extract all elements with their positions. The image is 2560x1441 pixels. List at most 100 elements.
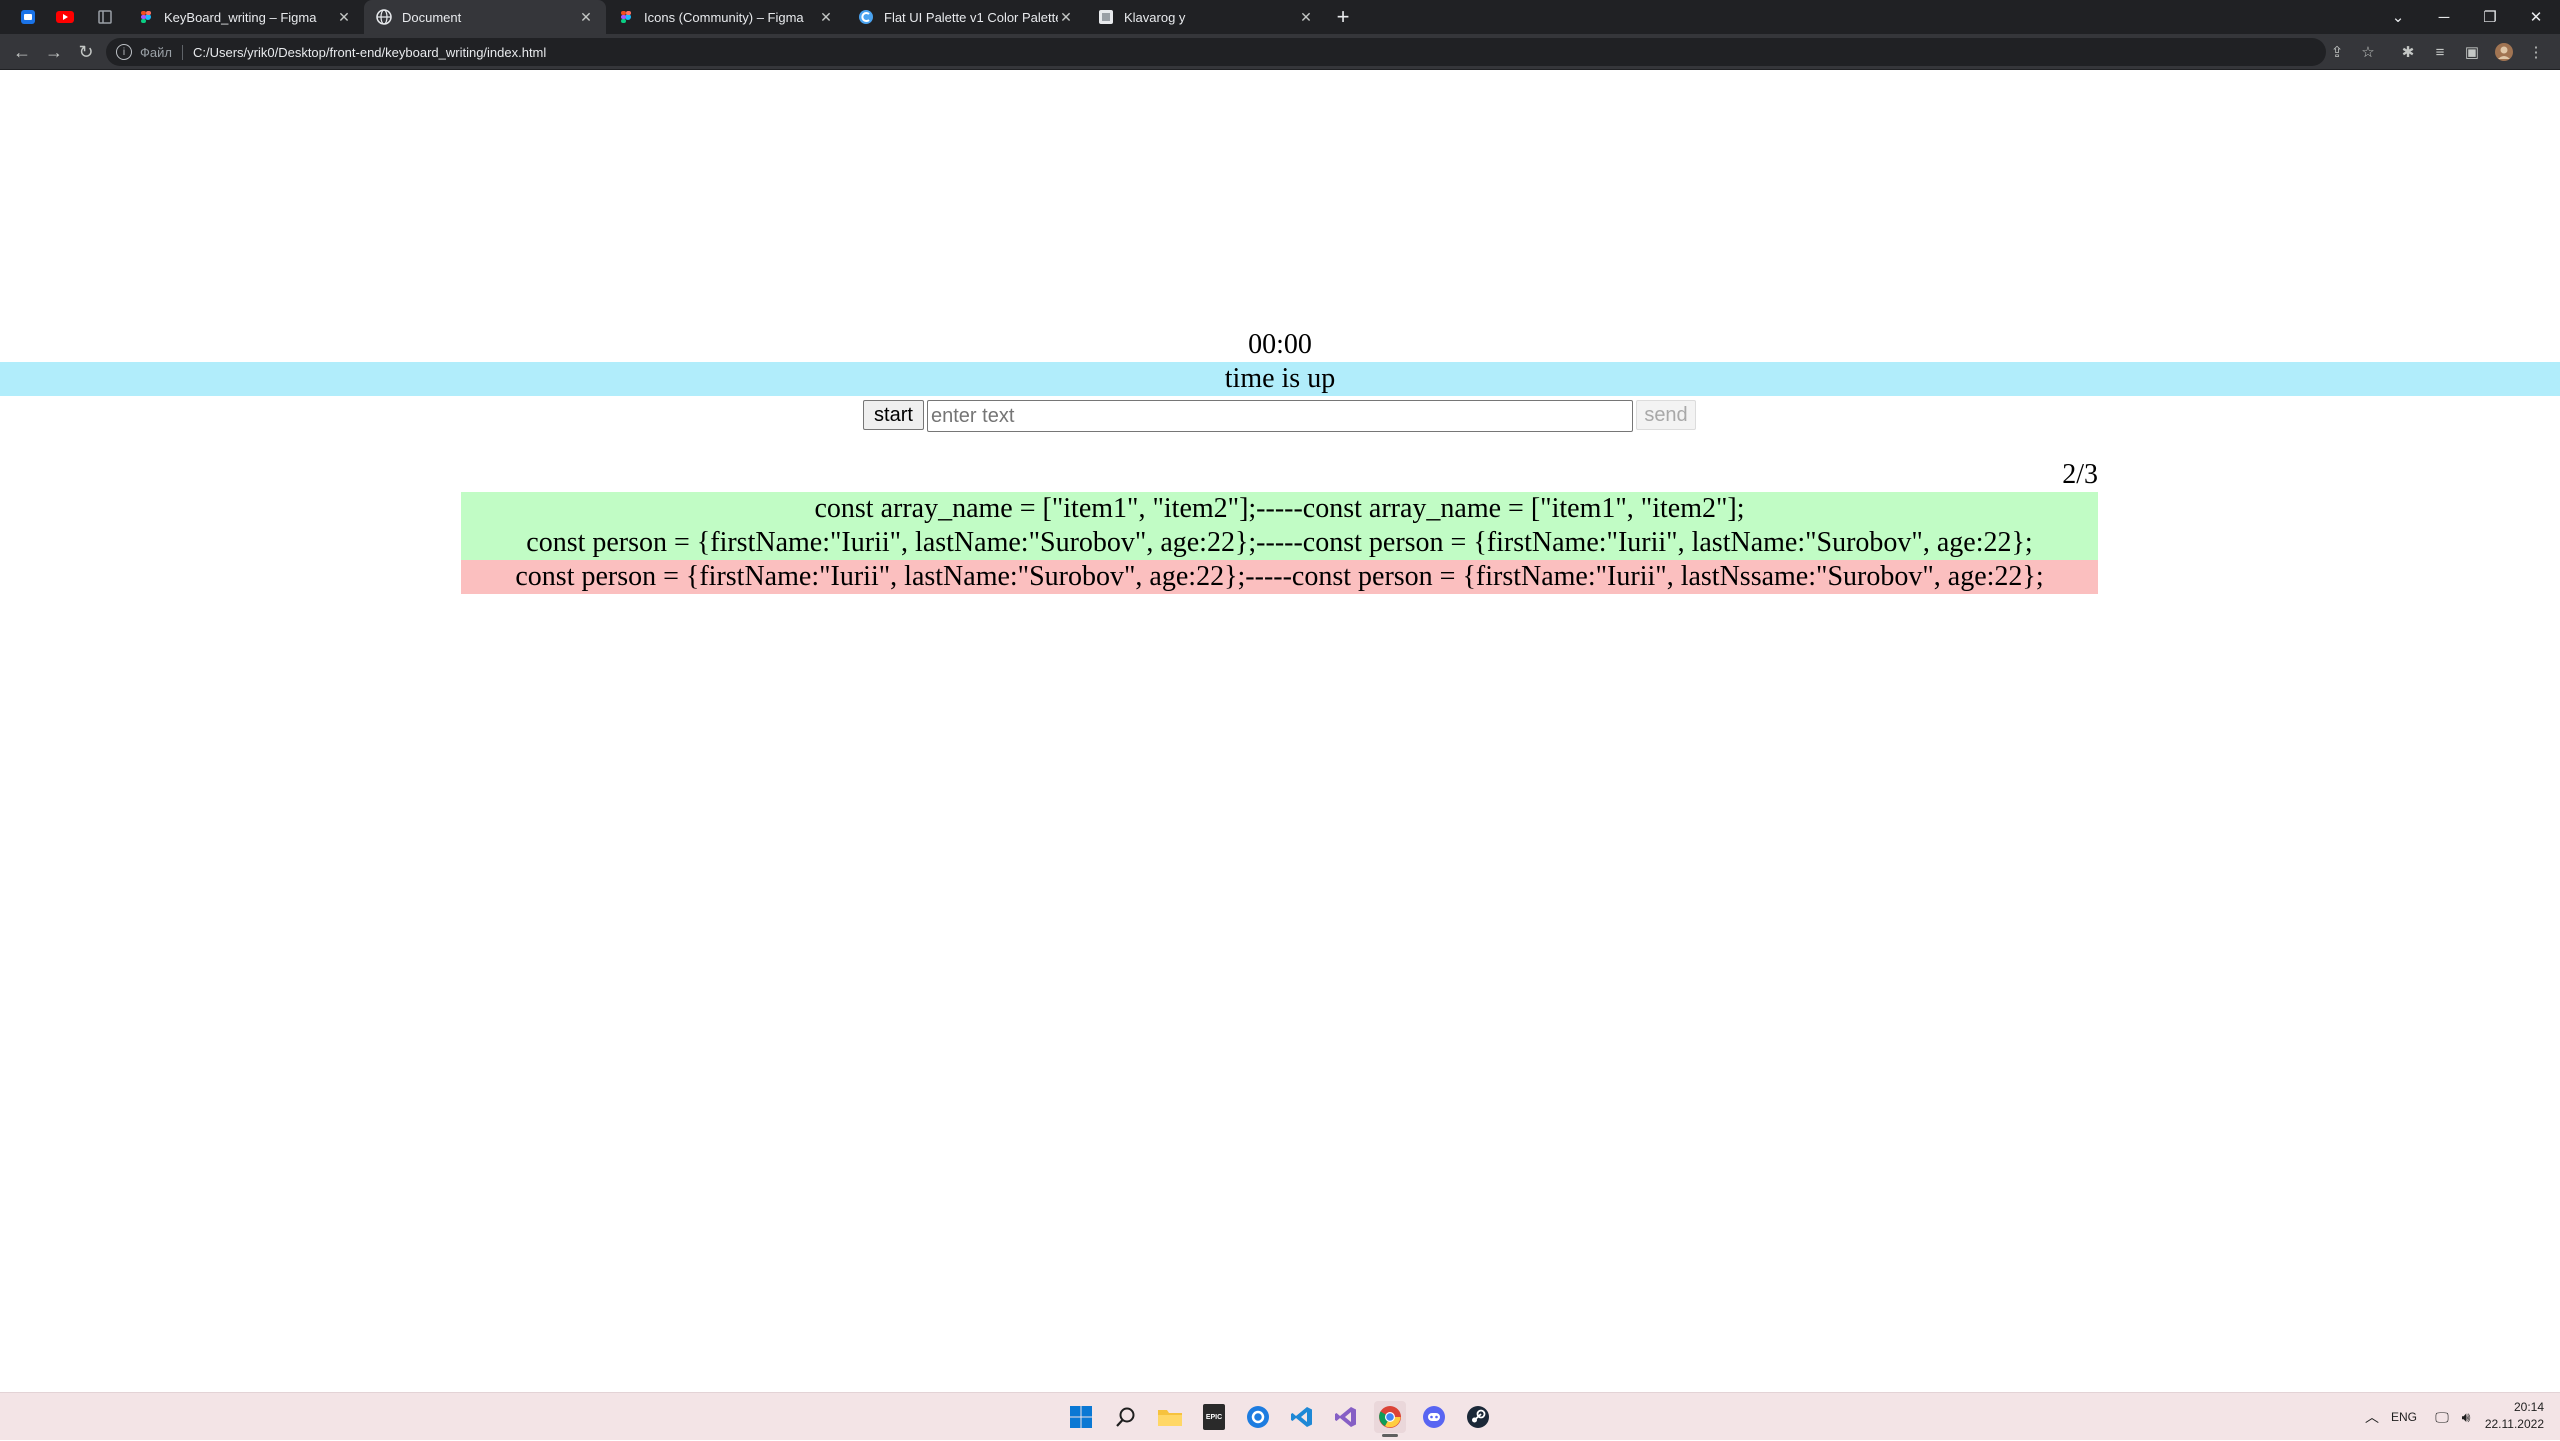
epic-games-icon: EPIC [1203,1404,1225,1430]
extensions-button[interactable]: ✱ [2398,42,2418,62]
taskbar: EPIC ︿ ENG 🖵 🔊︎ 20:14 22.11.2022 [0,1392,2560,1440]
close-tab-icon[interactable]: ✕ [336,9,352,26]
flatuicolors-icon [859,10,873,24]
forward-button[interactable]: → [42,40,66,64]
address-bar[interactable]: i Файл C:/Users/yrik0/Desktop/front-end/… [106,38,2326,66]
pinned-tab-messenger[interactable] [18,7,38,27]
taskbar-chrome[interactable] [1374,1401,1406,1437]
taskbar-vscode[interactable] [1286,1401,1318,1433]
taskbar-discord[interactable] [1418,1401,1450,1433]
file-explorer-icon [1158,1410,1182,1426]
discord-icon [1423,1406,1445,1428]
result-row-correct: const array_name = ["item1", "item2"];--… [461,492,2098,526]
tab-title: Icons (Community) – Figma [644,9,804,25]
search-icon [1116,1407,1135,1427]
tray-overflow-button[interactable]: ︿ [2360,1393,2384,1441]
vscode-icon [1291,1407,1312,1427]
restore-button[interactable]: ❐ [2468,0,2512,34]
tab-klavarog[interactable]: Klavarog y ✕ [1086,0,1326,34]
input-controls: start send [0,396,2560,432]
minimize-button[interactable]: ─ [2422,0,2466,34]
reload-icon: ↻ [78,41,94,62]
info-icon[interactable]: i [116,44,132,60]
close-tab-icon[interactable]: ✕ [1058,9,1074,26]
arrow-left-icon: ← [13,41,31,62]
result-row-incorrect: const person = {firstName:"Iurii", lastN… [461,560,2098,594]
result-row-correct: const person = {firstName:"Iurii", lastN… [461,526,2098,560]
taskbar-search-button[interactable] [1110,1401,1142,1433]
new-tab-button[interactable]: + [1330,0,1356,34]
star-icon: ☆ [2361,44,2375,61]
start-button[interactable]: start [863,400,924,430]
side-panel-button[interactable]: ▣ [2462,42,2482,62]
tab-icons-community-figma[interactable]: Icons (Community) – Figma ✕ [606,0,846,34]
kebab-menu-icon: ⋮ [2528,44,2544,61]
restore-icon: ❐ [2483,9,2497,26]
timer: 00:00 [1248,329,1312,360]
figma-icon [621,11,631,23]
clock-time: 20:14 [2513,1400,2544,1414]
globe-icon [376,9,392,25]
taskbar-visual-studio[interactable] [1330,1401,1362,1433]
reading-list-icon: ≡ [2435,43,2445,61]
share-button[interactable]: ⇪ [2327,42,2347,62]
taskbar-copilot[interactable] [1242,1401,1274,1433]
language-indicator[interactable]: ENG [2388,1393,2420,1441]
page-icon [98,10,112,24]
tab-document[interactable]: Document ✕ [364,0,606,34]
klavarog-icon [1099,10,1113,24]
pinned-tab-youtube[interactable] [55,7,75,27]
reading-list-button[interactable]: ≡ [2430,42,2450,62]
tab-flat-ui-palette[interactable]: Flat UI Palette v1 Color Palette - F ✕ [846,0,1086,34]
side-panel-icon: ▣ [2464,44,2480,61]
speaker-icon: 🔊︎ [2461,1408,2471,1425]
chevron-up-icon: ︿ [2365,1409,2379,1425]
close-tab-icon[interactable]: ✕ [578,9,594,26]
close-tab-icon[interactable]: ✕ [818,9,834,26]
taskbar-epic-games[interactable]: EPIC [1198,1401,1230,1433]
taskbar-file-explorer[interactable] [1154,1401,1186,1433]
page-viewport: 00:00 time is up start send 2/3 const ar… [0,70,2560,1392]
bookmark-button[interactable]: ☆ [2358,42,2378,62]
start-button[interactable] [1065,1401,1097,1433]
chrome-menu-button[interactable]: ⋮ [2526,42,2546,62]
text-input[interactable] [927,400,1633,432]
youtube-icon [56,11,74,23]
tab-title: Klavarog y [1124,9,1186,25]
chrome-icon [1379,1406,1401,1428]
address-url[interactable]: C:/Users/yrik0/Desktop/front-end/keyboar… [193,45,546,60]
profile-button[interactable] [2494,42,2514,62]
send-button[interactable]: send [1636,400,1696,430]
tab-title: Document [402,9,462,25]
tab-title: KeyBoard_writing – Figma [164,9,317,25]
bing-copilot-icon [1247,1406,1269,1428]
tab-keyboard-writing-figma[interactable]: KeyBoard_writing – Figma ✕ [126,0,364,34]
avatar [2495,43,2513,61]
windows-start-icon [1070,1406,1092,1428]
steam-icon [1467,1406,1489,1428]
reload-button[interactable]: ↻ [74,40,98,64]
network-button[interactable]: 🖵 [2430,1393,2454,1441]
browser-tab-strip: KeyBoard_writing – Figma ✕ Document ✕ Ic… [0,0,2560,34]
share-icon: ⇪ [2330,44,2344,61]
puzzle-icon: ✱ [2401,44,2415,61]
progress-counter: 2/3 [2062,459,2098,490]
plus-icon: + [1336,4,1350,29]
address-scheme-label: Файл [140,44,183,60]
volume-button[interactable]: 🔊︎ [2454,1393,2478,1441]
results-list: const array_name = ["item1", "item2"];--… [461,492,2098,594]
browser-toolbar: ← → ↻ i Файл C:/Users/yrik0/Desktop/fron… [0,34,2560,70]
network-icon: 🖵 [2435,1408,2449,1425]
taskbar-steam[interactable] [1462,1401,1494,1433]
pinned-tab-page[interactable] [95,7,115,27]
figma-icon [141,11,151,23]
tab-search-button[interactable]: ⌄ [2376,0,2420,34]
tab-title: Flat UI Palette v1 Color Palette - F [884,9,1058,25]
close-window-button[interactable]: ✕ [2514,0,2558,34]
arrow-right-icon: → [45,41,63,62]
chevron-down-icon: ⌄ [2391,9,2405,26]
back-button[interactable]: ← [10,40,34,64]
close-icon: ✕ [2529,9,2543,26]
close-tab-icon[interactable]: ✕ [1298,9,1314,26]
clock[interactable]: 20:14 22.11.2022 [2485,1399,2544,1433]
